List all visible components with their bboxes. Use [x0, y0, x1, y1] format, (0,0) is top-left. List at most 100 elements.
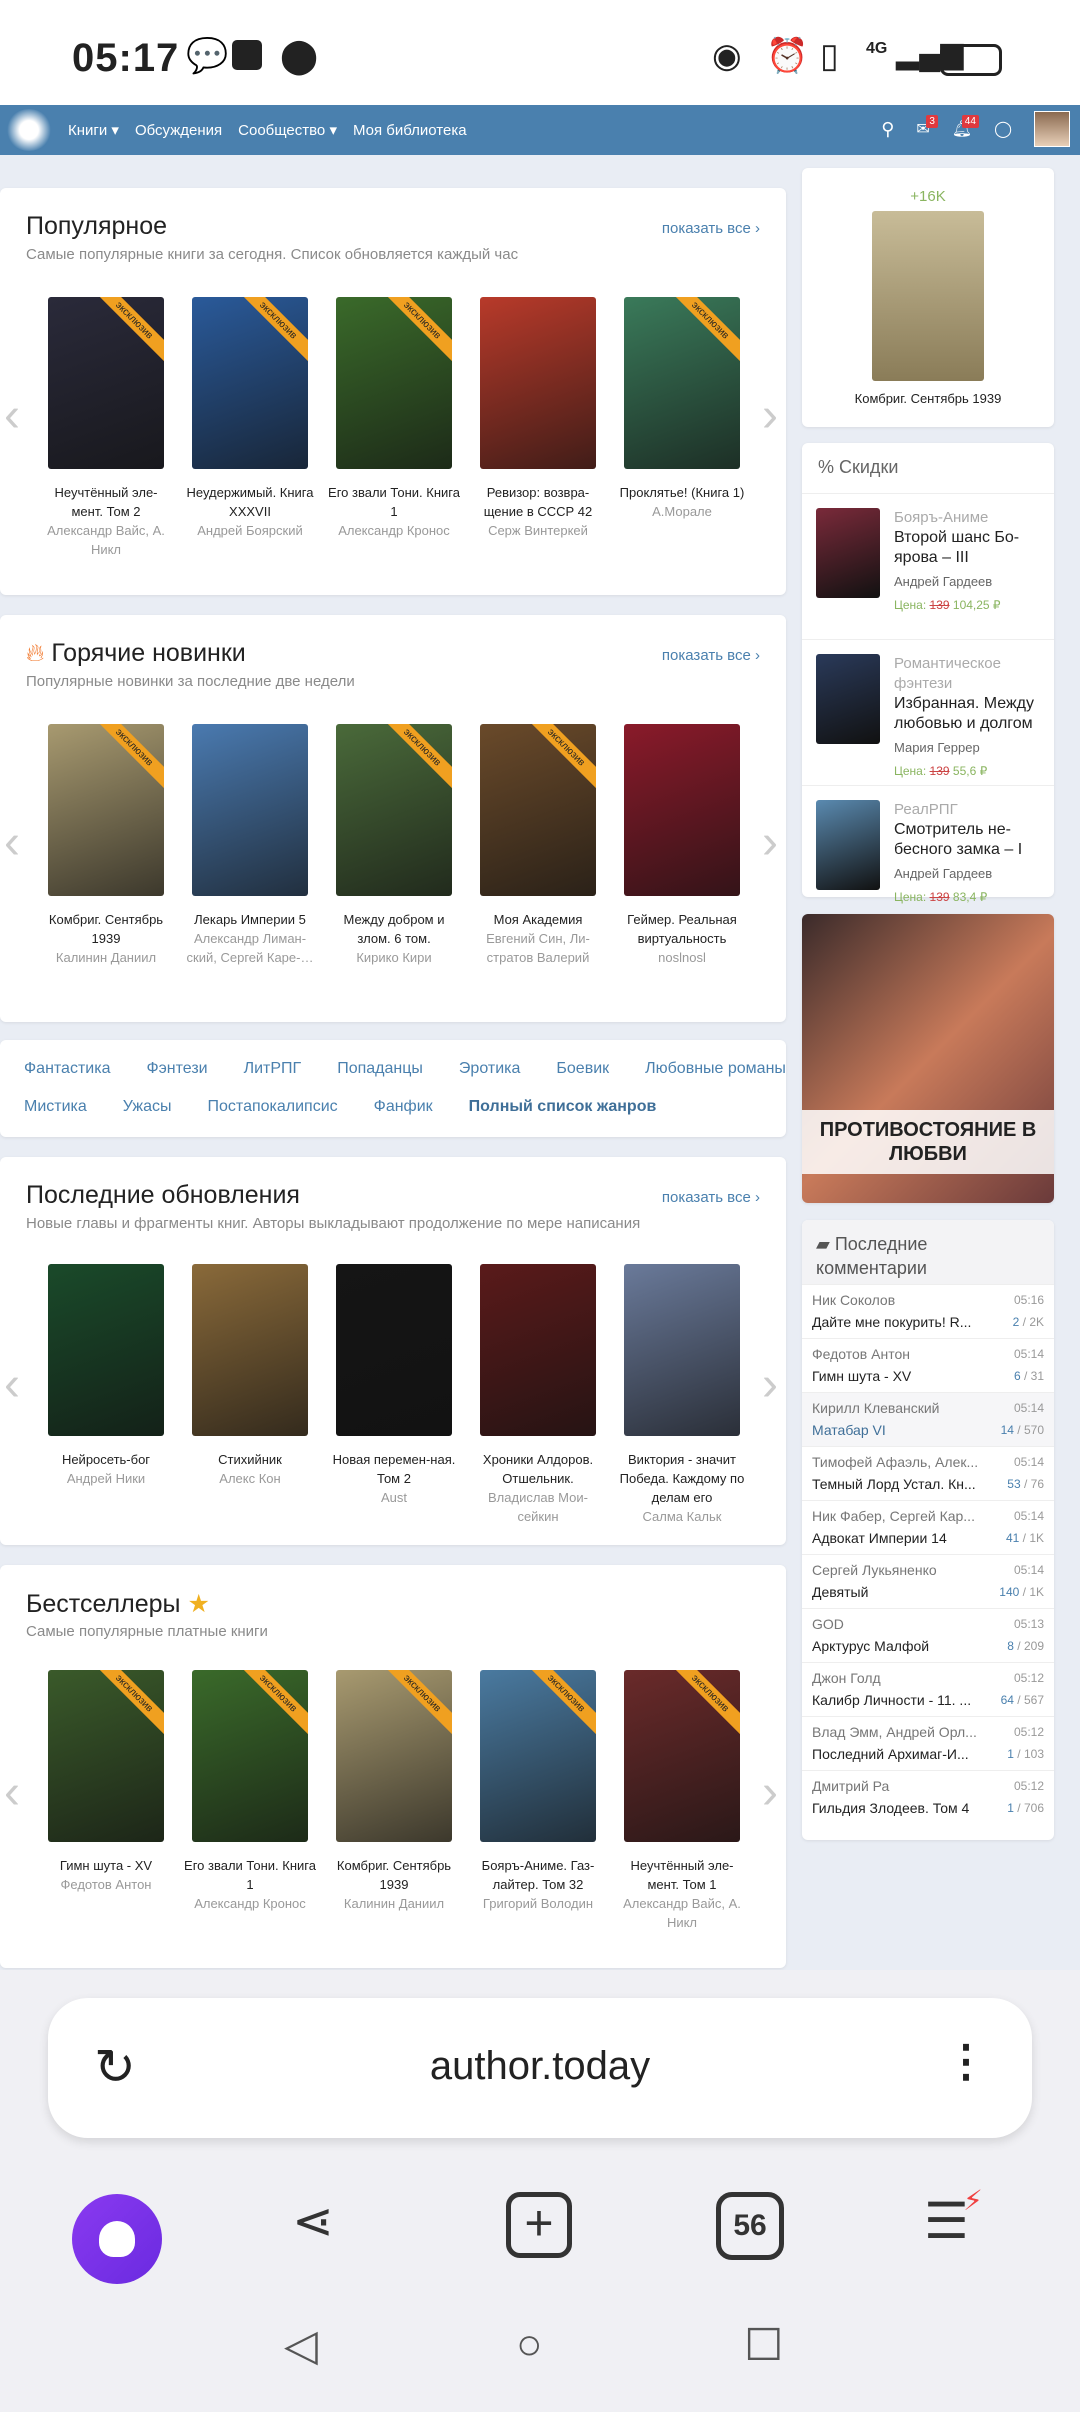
book-author[interactable]: Алекс Кон: [178, 1469, 322, 1488]
nav-community[interactable]: Сообщество ▾: [238, 121, 337, 139]
comment-item[interactable]: Федотов Антон 05:14 Гимн шута - XV 6 / 31: [802, 1338, 1054, 1392]
comment-book[interactable]: Гильдия Злодеев. Том 4: [812, 1797, 969, 1819]
comment-author[interactable]: Сергей Лукьяненко: [812, 1559, 937, 1581]
book-cover[interactable]: эксклюзив: [480, 724, 596, 896]
comment-book[interactable]: Девятый: [812, 1581, 868, 1603]
messages-icon[interactable]: ✉ 3: [916, 115, 938, 139]
book-item[interactable]: эксклюзив Моя Академия Евгений Син, Ли-стр…: [466, 724, 610, 967]
genre-link[interactable]: Постапокалипсис: [208, 1098, 338, 1116]
featured-book-cover[interactable]: [872, 211, 984, 381]
book-title[interactable]: Его звали Тони. Книга 1: [178, 1856, 322, 1894]
comment-author[interactable]: Федотов Антон: [812, 1343, 910, 1365]
book-author[interactable]: Калинин Даниил: [34, 948, 178, 967]
genre-link[interactable]: Ужасы: [123, 1098, 172, 1116]
genre-link[interactable]: Попаданцы: [337, 1060, 423, 1078]
carousel-next-arrow[interactable]: ›: [762, 815, 778, 870]
book-item[interactable]: эксклюзив Проклятье! (Книга 1) А.Морале: [610, 297, 754, 559]
menu-icon[interactable]: ☰ ⚡︎: [924, 2185, 983, 2250]
user-avatar[interactable]: [1034, 111, 1070, 147]
show-all-link[interactable]: показать все ›: [662, 220, 760, 237]
book-author[interactable]: Александр Кронос: [322, 521, 466, 540]
genre-link[interactable]: Любовные романы: [645, 1060, 786, 1078]
comment-author[interactable]: Тимофей Афаэль, Алек...: [812, 1451, 978, 1473]
book-title[interactable]: Новая перемен-ная. Том 2: [322, 1450, 466, 1488]
carousel-prev-arrow[interactable]: ‹: [4, 815, 20, 870]
more-menu-icon[interactable]: ⋮: [944, 2036, 988, 2087]
comment-author[interactable]: GOD: [812, 1613, 844, 1635]
book-cover[interactable]: эксклюзив: [48, 724, 164, 896]
url-text[interactable]: author.today: [48, 2044, 1032, 2089]
book-cover[interactable]: [624, 1264, 740, 1436]
book-item[interactable]: эксклюзив Неучтённый эле-мент. Том 2 Алекс…: [34, 297, 178, 559]
book-item[interactable]: эксклюзив Между добром и злом. 6 том. Кири…: [322, 724, 466, 967]
book-author[interactable]: Андрей Ники: [34, 1469, 178, 1488]
discount-genre[interactable]: Бояръ-Аниме: [894, 508, 1040, 528]
carousel-next-arrow[interactable]: ›: [762, 1765, 778, 1820]
book-title[interactable]: Гимн шута - XV: [34, 1856, 178, 1875]
book-cover[interactable]: эксклюзив: [192, 297, 308, 469]
nav-discussions[interactable]: Обсуждения: [135, 122, 222, 139]
book-item[interactable]: Виктория - значит Победа. Каждому по дел…: [610, 1264, 754, 1526]
comment-item[interactable]: GOD 05:13 Арктурус Малфой 8 / 209: [802, 1608, 1054, 1662]
book-title[interactable]: Неудержимый. Книга XXXVII: [178, 483, 322, 521]
book-item[interactable]: эксклюзив Неудержимый. Книга XXXVII Андрей…: [178, 297, 322, 559]
book-cover[interactable]: [336, 1264, 452, 1436]
book-item[interactable]: эксклюзив Гимн шута - XV Федотов Антон: [34, 1670, 178, 1932]
book-title[interactable]: Неучтённый эле-мент. Том 1: [610, 1856, 754, 1894]
book-title[interactable]: Его звали Тони. Книга 1: [322, 483, 466, 521]
carousel-prev-arrow[interactable]: ‹: [4, 388, 20, 443]
book-author[interactable]: Александр Кронос: [178, 1894, 322, 1913]
discount-title[interactable]: Второй шанс Бо-ярова – III: [894, 528, 1040, 568]
book-author[interactable]: Салма Кальк: [610, 1507, 754, 1526]
alice-assistant-icon[interactable]: [72, 2194, 162, 2284]
comment-author[interactable]: Влад Эмм, Андрей Орл...: [812, 1721, 977, 1743]
book-title[interactable]: Комбриг. Сентябрь 1939: [34, 910, 178, 948]
book-item[interactable]: Новая перемен-ная. Том 2 Aust: [322, 1264, 466, 1526]
book-cover[interactable]: эксклюзив: [624, 1670, 740, 1842]
book-cover[interactable]: [480, 297, 596, 469]
book-item[interactable]: эксклюзив Комбриг. Сентябрь 1939 Калинин Д…: [34, 724, 178, 967]
carousel-next-arrow[interactable]: ›: [762, 388, 778, 443]
discount-item[interactable]: РеалРПГ Смотритель не-бесного замка – I Ан…: [802, 785, 1054, 931]
book-cover[interactable]: эксклюзив: [336, 724, 452, 896]
book-cover[interactable]: эксклюзив: [48, 1670, 164, 1842]
book-title[interactable]: Комбриг. Сентябрь 1939: [322, 1856, 466, 1894]
book-cover[interactable]: эксклюзив: [480, 1670, 596, 1842]
book-author[interactable]: Серж Винтеркей: [466, 521, 610, 540]
site-logo[interactable]: [6, 109, 52, 151]
book-item[interactable]: эксклюзив Неучтённый эле-мент. Том 1 Алекс…: [610, 1670, 754, 1932]
genre-link[interactable]: ЛитРПГ: [244, 1060, 302, 1078]
book-item[interactable]: эксклюзив Его звали Тони. Книга 1 Александ…: [322, 297, 466, 559]
full-genre-list-link[interactable]: Полный список жанров: [469, 1098, 657, 1116]
book-item[interactable]: Нейросеть-бог Андрей Ники: [34, 1264, 178, 1526]
book-cover[interactable]: эксклюзив: [48, 297, 164, 469]
book-author[interactable]: Кирико Кири: [322, 948, 466, 967]
book-author[interactable]: Владислав Мои-сейкин: [466, 1488, 610, 1526]
book-author[interactable]: Калинин Даниил: [322, 1894, 466, 1913]
book-author[interactable]: noslnosl: [610, 948, 754, 967]
book-item[interactable]: эксклюзив Его звали Тони. Книга 1 Александ…: [178, 1670, 322, 1932]
book-author[interactable]: Aust: [322, 1488, 466, 1507]
book-cover[interactable]: [480, 1264, 596, 1436]
book-item[interactable]: Стихийник Алекс Кон: [178, 1264, 322, 1526]
comment-book[interactable]: Дайте мне покурить! R...: [812, 1311, 971, 1333]
book-title[interactable]: Моя Академия: [466, 910, 610, 929]
carousel-prev-arrow[interactable]: ‹: [4, 1357, 20, 1412]
comment-item[interactable]: Ник Соколов 05:16 Дайте мне покурить! R...…: [802, 1284, 1054, 1338]
book-title[interactable]: Хроники Алдоров. Отшельник.: [466, 1450, 610, 1488]
discount-genre[interactable]: Романтическое фэнтези: [894, 654, 1040, 694]
ad-banner[interactable]: ПРОТИВОСТОЯНИЕ В ЛЮБВИ: [802, 914, 1054, 1203]
book-cover[interactable]: эксклюзив: [336, 297, 452, 469]
discount-book-cover[interactable]: [816, 800, 880, 890]
recents-nav-icon[interactable]: ☐: [744, 2320, 783, 2371]
show-all-link[interactable]: показать все ›: [662, 1189, 760, 1206]
comment-item[interactable]: Ник Фабер, Сергей Кар... 05:14 Адвокат Имп…: [802, 1500, 1054, 1554]
comment-author[interactable]: Кирилл Клеванский: [812, 1397, 939, 1419]
book-title[interactable]: Виктория - значит Победа. Каждому по дел…: [610, 1450, 754, 1507]
book-item[interactable]: Геймер. Реальная виртуальность noslnosl: [610, 724, 754, 967]
book-author[interactable]: А.Морале: [610, 502, 754, 521]
book-cover[interactable]: эксклюзив: [192, 1670, 308, 1842]
book-cover[interactable]: эксклюзив: [624, 297, 740, 469]
back-nav-icon[interactable]: ◁: [284, 2320, 318, 2371]
comment-book[interactable]: Арктурус Малфой: [812, 1635, 929, 1657]
